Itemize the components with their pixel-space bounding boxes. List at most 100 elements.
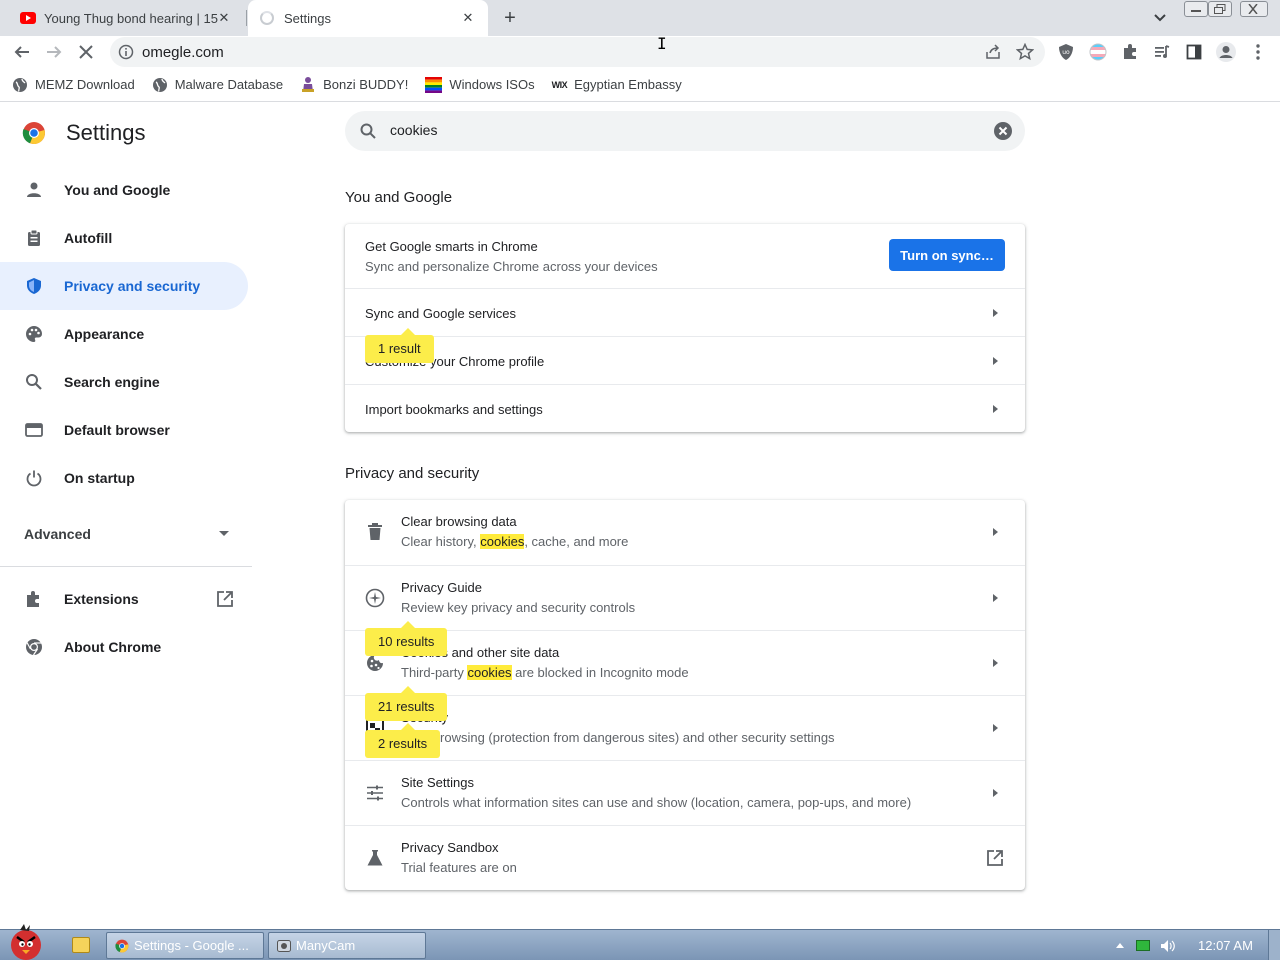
chrome-menu-button[interactable]	[1246, 40, 1270, 64]
side-panel-button[interactable]	[1182, 40, 1206, 64]
bookmarks-bar: MEMZ Download Malware Database Bonzi BUD…	[0, 68, 1280, 102]
stop-button[interactable]	[74, 40, 98, 64]
page-title: Settings	[66, 120, 146, 145]
row-subtitle: Review key privacy and security controls	[401, 600, 636, 615]
close-tab-icon[interactable]: ✕	[216, 10, 232, 26]
tab-settings[interactable]: Settings ✕	[248, 0, 488, 36]
nav-advanced[interactable]: Advanced	[0, 510, 252, 558]
taskbar-manycam[interactable]: ManyCam	[268, 932, 426, 959]
nav-appearance[interactable]: Appearance	[0, 310, 248, 358]
nav-you-and-google[interactable]: You and Google	[0, 166, 248, 214]
search-result-bubble: 1 result	[365, 328, 434, 363]
file-explorer-icon[interactable]	[72, 937, 90, 953]
sync-promo-subtitle: Sync and personalize Chrome across your …	[365, 259, 658, 274]
bookmark-windows-isos[interactable]: Windows ISOs	[425, 76, 535, 93]
arrow-right-icon	[993, 405, 998, 413]
media-control-button[interactable]	[1150, 40, 1174, 64]
extensions-button[interactable]	[1118, 40, 1142, 64]
search-icon	[26, 374, 42, 390]
search-input[interactable]	[390, 122, 970, 138]
taskbar-chrome[interactable]: Settings - Google ...	[106, 932, 264, 959]
text-cursor-icon: I	[657, 34, 667, 53]
clear-search-icon[interactable]	[994, 122, 1012, 140]
nav-label: Extensions	[64, 591, 139, 607]
media-queue-icon	[1155, 45, 1170, 58]
close-tab-icon[interactable]: ✕	[460, 10, 476, 26]
chrome-outline-icon	[26, 639, 42, 656]
taskbar: Settings - Google ... ManyCam 12:07 AM	[0, 924, 1280, 960]
section-title-you-and-google: You and Google	[345, 189, 453, 206]
nav-default-browser[interactable]: Default browser	[0, 406, 248, 454]
chevron-down-icon	[1154, 14, 1166, 22]
power-icon	[26, 470, 42, 487]
nav-search-engine[interactable]: Search engine	[0, 358, 248, 406]
search-highlight: cookies	[467, 665, 512, 680]
toolbar: omegle.com uo	[0, 36, 1280, 68]
kebab-menu-icon	[1256, 44, 1260, 60]
bookmark-malware-database[interactable]: Malware Database	[152, 77, 283, 93]
bonzi-icon	[302, 77, 315, 92]
cookie-icon	[367, 655, 383, 671]
manycam-icon	[277, 939, 291, 952]
arrow-right-icon	[993, 309, 998, 317]
address-bar[interactable]: omegle.com	[110, 37, 1045, 67]
arrow-right-icon	[993, 594, 998, 602]
network-icon[interactable]	[1136, 940, 1150, 951]
restore-icon	[1214, 4, 1226, 14]
minimize-icon	[1191, 10, 1201, 12]
tab-youtube[interactable]: Young Thug bond hearing | 15 ✕	[8, 0, 244, 36]
nav-autofill[interactable]: Autofill	[0, 214, 248, 262]
nav-label: Privacy and security	[64, 278, 201, 294]
show-desktop-button[interactable]	[1268, 930, 1280, 960]
clock[interactable]: 12:07 AM	[1198, 938, 1253, 953]
sync-and-google-services-row[interactable]: Sync and Google services	[345, 288, 1025, 336]
settings-search[interactable]	[345, 111, 1025, 151]
chrome-logo-icon	[115, 939, 129, 952]
customize-profile-row[interactable]: Customize your Chrome profile	[345, 336, 1025, 384]
stop-icon	[79, 45, 93, 59]
new-tab-button[interactable]: +	[498, 6, 522, 30]
bookmark-egyptian-embassy[interactable]: WiX Egyptian Embassy	[552, 77, 682, 92]
bookmark-star-icon[interactable]	[1016, 43, 1034, 61]
nav-divider	[0, 566, 252, 567]
tab-strip: Young Thug bond hearing | 15 ✕ Settings …	[0, 0, 1280, 36]
restore-button[interactable]	[1208, 1, 1232, 17]
privacy-sandbox-row[interactable]: Privacy Sandbox Trial features are on	[345, 825, 1025, 889]
arrow-right-icon	[993, 789, 998, 797]
bookmark-bonzi-buddy[interactable]: Bonzi BUDDY!	[300, 76, 408, 93]
row-title: Clear browsing data	[401, 514, 517, 529]
nav-label: Autofill	[64, 230, 113, 246]
back-button[interactable]	[10, 40, 34, 64]
nav-extensions[interactable]: Extensions	[0, 575, 248, 623]
row-subtitle: Clear history, cookies, cache, and more	[401, 534, 629, 549]
site-settings-row[interactable]: Site Settings Controls what information …	[345, 760, 1025, 825]
show-hidden-icons-icon[interactable]	[1116, 943, 1124, 948]
tab-title: Young Thug bond hearing | 15	[44, 10, 218, 26]
minimize-button[interactable]	[1184, 1, 1208, 17]
person-icon	[27, 182, 41, 197]
volume-icon[interactable]	[1160, 939, 1176, 953]
open-in-new-icon	[217, 591, 233, 607]
nav-about-chrome[interactable]: About Chrome	[0, 623, 248, 671]
info-icon[interactable]	[118, 44, 134, 60]
flag-extension-button[interactable]	[1086, 40, 1110, 64]
clear-browsing-data-row[interactable]: Clear browsing data Clear history, cooki…	[345, 500, 1025, 565]
row-title: Site Settings	[401, 775, 474, 790]
privacy-guide-row[interactable]: Privacy Guide Review key privacy and sec…	[345, 565, 1025, 630]
close-window-button[interactable]	[1240, 1, 1268, 17]
tab-search-button[interactable]	[1150, 8, 1170, 28]
forward-arrow-icon	[47, 46, 62, 58]
angry-bird-start-icon[interactable]	[2, 921, 50, 960]
ublock-extension-button[interactable]: uo	[1054, 40, 1078, 64]
forward-button[interactable]	[42, 40, 66, 64]
url-text[interactable]: omegle.com	[142, 44, 224, 61]
nav-label: Advanced	[24, 526, 91, 542]
bookmark-memz[interactable]: MEMZ Download	[12, 77, 135, 93]
profile-button[interactable]	[1214, 40, 1238, 64]
turn-on-sync-button[interactable]: Turn on sync…	[889, 239, 1005, 271]
puzzle-icon	[27, 591, 39, 607]
share-icon[interactable]	[985, 44, 1002, 60]
nav-on-startup[interactable]: On startup	[0, 454, 248, 502]
import-bookmarks-row[interactable]: Import bookmarks and settings	[345, 384, 1025, 432]
nav-privacy-and-security[interactable]: Privacy and security	[0, 262, 248, 310]
